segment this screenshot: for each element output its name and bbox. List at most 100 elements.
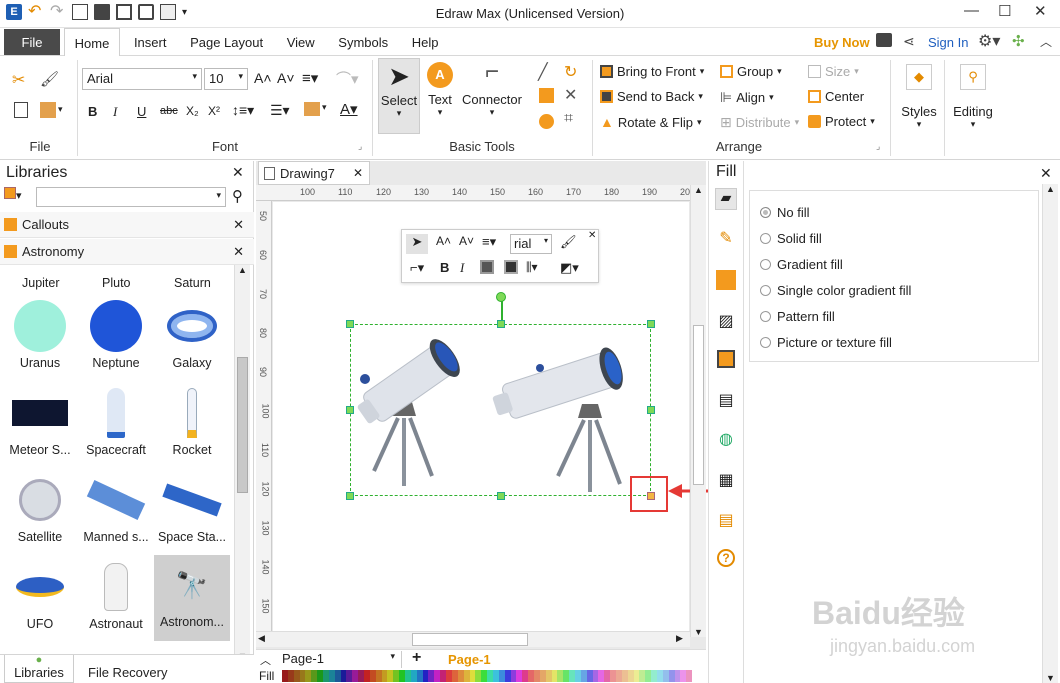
cross-tool-icon[interactable]: ✕: [564, 85, 577, 105]
comment-icon[interactable]: ▤: [715, 510, 737, 532]
close-category-icon[interactable]: ✕: [233, 217, 244, 233]
minimize-icon[interactable]: —: [964, 2, 979, 19]
format-painter-icon[interactable]: 🖌: [40, 70, 59, 88]
fill-option-gradient[interactable]: Gradient fill: [760, 251, 1028, 277]
tab-insert[interactable]: Insert: [124, 28, 177, 56]
rectangle-tool-icon[interactable]: [539, 88, 554, 103]
styles-button[interactable]: ◆ Styles ▾: [898, 60, 940, 150]
highlight-icon[interactable]: [304, 102, 320, 116]
select-tool-button[interactable]: ➤ Select ▾: [378, 58, 420, 134]
canvas-hscroll-thumb[interactable]: [412, 633, 528, 646]
tab-home[interactable]: Home: [63, 28, 121, 57]
shape-satellite[interactable]: Satellite: [2, 470, 78, 544]
shape-galaxy[interactable]: Galaxy: [154, 296, 230, 370]
floating-font-select[interactable]: rial ▾: [510, 234, 552, 254]
fill-option-pattern[interactable]: Pattern fill: [760, 303, 1028, 329]
fill-panel-icon[interactable]: ▰: [715, 188, 737, 210]
shape-space-station[interactable]: Space Sta...: [154, 470, 230, 544]
fill-option-solid[interactable]: Solid fill: [760, 225, 1028, 251]
text-direction-icon[interactable]: ⌒▾: [336, 68, 359, 89]
radio[interactable]: [760, 284, 771, 296]
shape-manned-spacecraft[interactable]: Manned s...: [78, 470, 154, 544]
floating-bring-front-icon[interactable]: [480, 260, 494, 274]
tab-help[interactable]: Help: [402, 28, 449, 56]
shrink-font-icon[interactable]: A˅: [277, 70, 295, 86]
library-category-callouts[interactable]: Callouts ✕: [0, 212, 254, 238]
line-panel-icon[interactable]: ✎: [715, 228, 737, 250]
tab-view[interactable]: View: [277, 28, 325, 56]
rotation-handle[interactable]: [496, 292, 506, 302]
bring-to-front-button[interactable]: Bring to Front ▾: [600, 64, 704, 79]
radio[interactable]: [760, 232, 771, 244]
close-libraries-icon[interactable]: ✕: [232, 164, 244, 181]
font-color-icon[interactable]: A▾: [340, 100, 358, 118]
paste-dropdown-icon[interactable]: ▾: [58, 104, 63, 115]
libraries-tab[interactable]: ● Libraries: [4, 655, 74, 683]
page-tab[interactable]: Page-1: [448, 652, 491, 667]
highlight-dropdown-icon[interactable]: ▾: [322, 102, 327, 113]
arrange-dialog-launcher-icon[interactable]: ⌟: [876, 141, 880, 152]
floating-select-icon[interactable]: ➤: [406, 234, 428, 254]
line-tool-icon[interactable]: ╱: [538, 62, 548, 82]
fill-option-picture[interactable]: Picture or texture fill: [760, 329, 1028, 355]
floating-format-painter-icon[interactable]: 🖌: [560, 234, 577, 250]
font-size-select[interactable]: 10 ▾: [204, 68, 248, 90]
distribute-button[interactable]: ⊞ Distribute ▾: [720, 114, 799, 131]
bullets-icon[interactable]: ☰▾: [270, 102, 290, 119]
radio[interactable]: [760, 336, 771, 348]
text-align-icon[interactable]: ≡▾: [302, 69, 318, 87]
page-nav-icon[interactable]: ︿: [260, 652, 271, 668]
library-menu-icon[interactable]: ▾: [4, 187, 28, 207]
close-window-icon[interactable]: ✕: [1034, 2, 1047, 20]
crop-tool-icon[interactable]: ⌗: [564, 110, 573, 128]
shape-neptune[interactable]: Neptune: [78, 296, 154, 370]
floating-connector-icon[interactable]: ⌐▾: [410, 260, 424, 276]
font-family-select[interactable]: Arial ▾: [82, 68, 202, 90]
document-tab[interactable]: Drawing7 ✕: [258, 161, 370, 185]
maximize-icon[interactable]: ☐: [998, 2, 1011, 20]
floating-distribute-icon[interactable]: ⫼▾: [526, 260, 538, 275]
fill-panel-scrollbar[interactable]: ▲ ▼: [1042, 184, 1058, 683]
buy-now-link[interactable]: Buy Now: [814, 35, 870, 50]
text-tool-button[interactable]: A Text ▾: [422, 58, 458, 134]
protect-button[interactable]: Protect ▾: [808, 114, 875, 129]
paste-icon[interactable]: [40, 102, 56, 118]
rotate-flip-button[interactable]: ▲ Rotate & Flip ▾: [600, 114, 702, 130]
share-icon[interactable]: ⋖: [903, 33, 915, 50]
arc-tool-icon[interactable]: ↻: [564, 62, 577, 82]
copy-icon[interactable]: [14, 102, 28, 118]
page-setup-icon[interactable]: ▤: [715, 390, 737, 412]
italic-icon[interactable]: I: [113, 104, 117, 120]
fill-option-no-fill[interactable]: No fill: [760, 199, 1028, 225]
connector-tool-button[interactable]: ⌐ Connector ▾: [460, 58, 524, 134]
shape-astronaut[interactable]: Astronaut: [78, 557, 154, 631]
library-search-icon[interactable]: ⚲: [232, 187, 243, 205]
canvas-vscroll-thumb[interactable]: [693, 325, 704, 485]
store-icon[interactable]: [876, 33, 892, 47]
sign-in-link[interactable]: Sign In: [928, 35, 968, 50]
shape-rocket[interactable]: Rocket: [154, 383, 230, 457]
superscript-icon[interactable]: X²: [208, 104, 220, 118]
shape-spacecraft[interactable]: Spacecraft: [78, 383, 154, 457]
align-button[interactable]: ⊫ Align ▾: [720, 89, 774, 106]
line-spacing-icon[interactable]: ↕≡▾: [232, 102, 254, 119]
floating-shrink-font-icon[interactable]: A˅: [459, 234, 474, 248]
color-swatch[interactable]: [686, 670, 693, 682]
floating-grow-font-icon[interactable]: A˄: [436, 234, 451, 248]
grow-font-icon[interactable]: A˄: [254, 70, 272, 86]
image-panel-icon[interactable]: ▨: [715, 311, 737, 333]
editing-button[interactable]: ⚲ Editing ▾: [950, 60, 996, 150]
radio-selected[interactable]: [760, 206, 771, 218]
telescopes-graphic[interactable]: [352, 326, 650, 496]
library-category-astronomy[interactable]: Astronomy ✕: [0, 239, 254, 265]
close-category-icon[interactable]: ✕: [233, 244, 244, 260]
subscript-icon[interactable]: X₂: [186, 104, 199, 118]
bold-icon[interactable]: B: [88, 104, 97, 119]
tab-symbols[interactable]: Symbols: [328, 28, 398, 56]
canvas-vertical-scrollbar[interactable]: ▲ ▼: [690, 185, 706, 637]
collapse-ribbon-icon[interactable]: ︿: [1040, 33, 1052, 50]
page-select[interactable]: Page-1 ▾: [278, 651, 402, 668]
ellipse-tool-icon[interactable]: [539, 114, 554, 129]
center-button[interactable]: Center: [808, 89, 864, 104]
canvas-horizontal-scrollbar[interactable]: ◀ ▶: [256, 631, 690, 647]
